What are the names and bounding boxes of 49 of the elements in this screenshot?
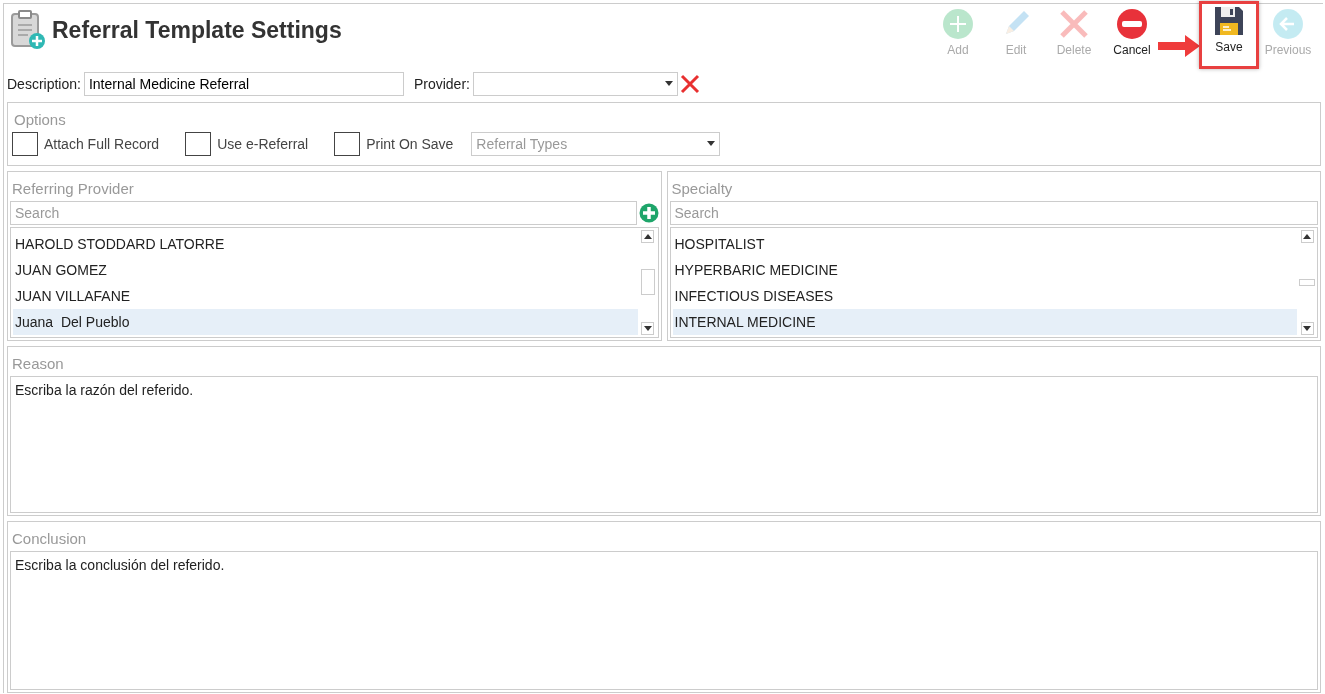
list-item[interactable]: HOSPITALIST xyxy=(672,230,1297,257)
page-title: Referral Template Settings xyxy=(52,16,342,44)
caret-icon xyxy=(707,141,716,147)
list-item[interactable]: HYPERBARIC MEDICINE xyxy=(672,256,1297,283)
toolbar-button[interactable]: Cancel xyxy=(1103,4,1161,66)
scroll-thumb[interactable] xyxy=(1299,278,1315,286)
checkbox-label: Print On Save xyxy=(366,135,454,152)
annotation-arrow xyxy=(1157,34,1201,58)
down-arrow-icon xyxy=(1303,325,1311,331)
provider-label: Provider: xyxy=(413,75,470,92)
checkbox-label: Use e-Referral xyxy=(217,135,309,152)
description-label: Description: xyxy=(7,75,81,92)
plus-circle-icon xyxy=(638,202,659,223)
scrollbar[interactable] xyxy=(639,229,656,335)
list-item[interactable]: HAROLD STODDARD LATORRE xyxy=(13,230,638,257)
text-area-content: Escriba la razón del referido. xyxy=(15,381,194,398)
list-item[interactable]: INTERNAL MEDICINE xyxy=(672,308,1297,335)
up-arrow-icon xyxy=(643,233,652,239)
section-title: Conclusion xyxy=(11,528,88,549)
text-area[interactable]: Escriba la conclusión del referido. xyxy=(10,550,1318,690)
list-item[interactable]: INFECTIOUS DISEASES xyxy=(672,282,1297,309)
section-title: Referring Provider xyxy=(11,178,135,199)
section-title: Reason xyxy=(11,353,65,374)
list-item[interactable]: Juana Del Pueblo xyxy=(13,308,638,335)
description-field[interactable]: Internal Medicine Referral xyxy=(83,71,404,96)
checkbox[interactable] xyxy=(185,131,212,156)
text-area-content: Escriba la conclusión del referido. xyxy=(15,556,225,573)
clipboard-add-icon xyxy=(10,10,46,50)
cross-icon xyxy=(1058,8,1090,40)
up-arrow-icon xyxy=(1303,233,1311,239)
text-area[interactable]: Escriba la razón del referido. xyxy=(10,375,1318,513)
section-title: Options xyxy=(13,109,67,130)
scroll-thumb[interactable] xyxy=(640,269,655,296)
section-title: Specialty xyxy=(670,178,734,199)
toolbar-button[interactable]: Save xyxy=(1199,1,1259,69)
add-button[interactable] xyxy=(638,202,659,223)
plus-circle-icon xyxy=(942,8,974,40)
search-field[interactable]: Search xyxy=(10,200,637,225)
checkbox[interactable] xyxy=(12,131,38,156)
search-field[interactable]: Search xyxy=(669,200,1318,225)
caret-icon xyxy=(664,81,673,87)
scrollbar[interactable] xyxy=(1299,229,1315,335)
checkbox-label: Attach Full Record xyxy=(44,135,160,152)
list-item[interactable]: JUAN GOMEZ xyxy=(13,256,638,283)
list-item[interactable]: JUAN VILLAFANE xyxy=(13,282,638,309)
minus-circle-icon xyxy=(1116,8,1148,40)
down-arrow-icon xyxy=(643,325,652,331)
close-icon xyxy=(679,73,700,94)
checkbox[interactable] xyxy=(334,131,361,156)
